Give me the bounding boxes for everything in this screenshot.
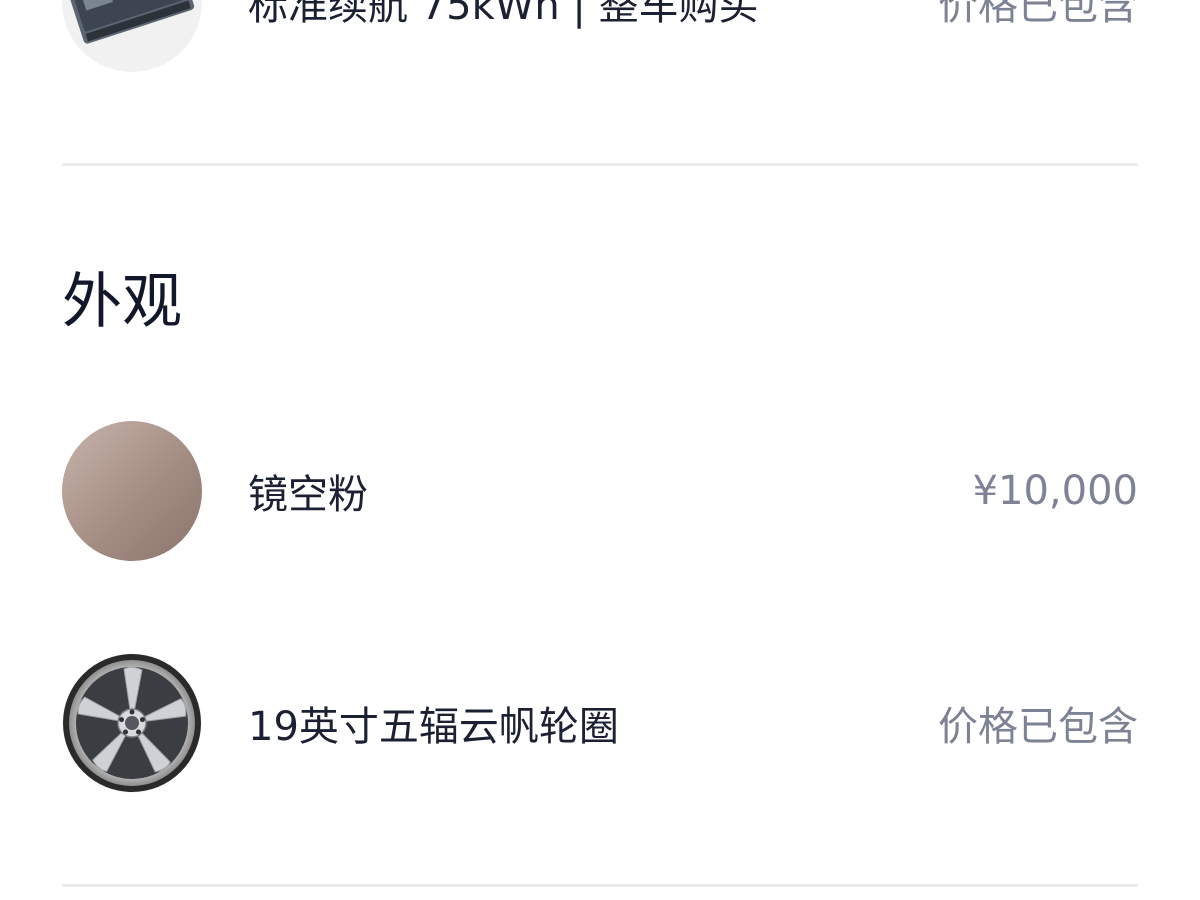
exterior-color-label: 镜空粉 <box>248 472 368 518</box>
exterior-color-row[interactable]: 镜空粉 ¥10,000 <box>62 421 1138 561</box>
exterior-section-title: 外观 <box>62 267 182 337</box>
wheel-option-row[interactable]: 19英寸五辐云帆轮圈 价格已包含 <box>62 653 1138 793</box>
wheel-rim-icon <box>62 653 202 793</box>
configuration-page: 标准续航 75kWh | 整车购买 价格已包含 外观 镜空粉 ¥10,000 1… <box>0 0 1200 900</box>
exterior-color-price: ¥10,000 <box>972 468 1138 514</box>
battery-pack-icon <box>62 0 202 72</box>
section-divider <box>62 163 1138 166</box>
wheel-option-label: 19英寸五辐云帆轮圈 <box>248 704 619 750</box>
battery-option-price: 价格已包含 <box>938 0 1138 29</box>
battery-option-row[interactable]: 标准续航 75kWh | 整车购买 价格已包含 <box>62 0 1138 72</box>
section-divider-bottom <box>62 884 1138 887</box>
wheel-option-price: 价格已包含 <box>938 704 1138 750</box>
paint-color-swatch-icon <box>62 421 202 561</box>
battery-option-label: 标准续航 75kWh | 整车购买 <box>248 0 759 29</box>
